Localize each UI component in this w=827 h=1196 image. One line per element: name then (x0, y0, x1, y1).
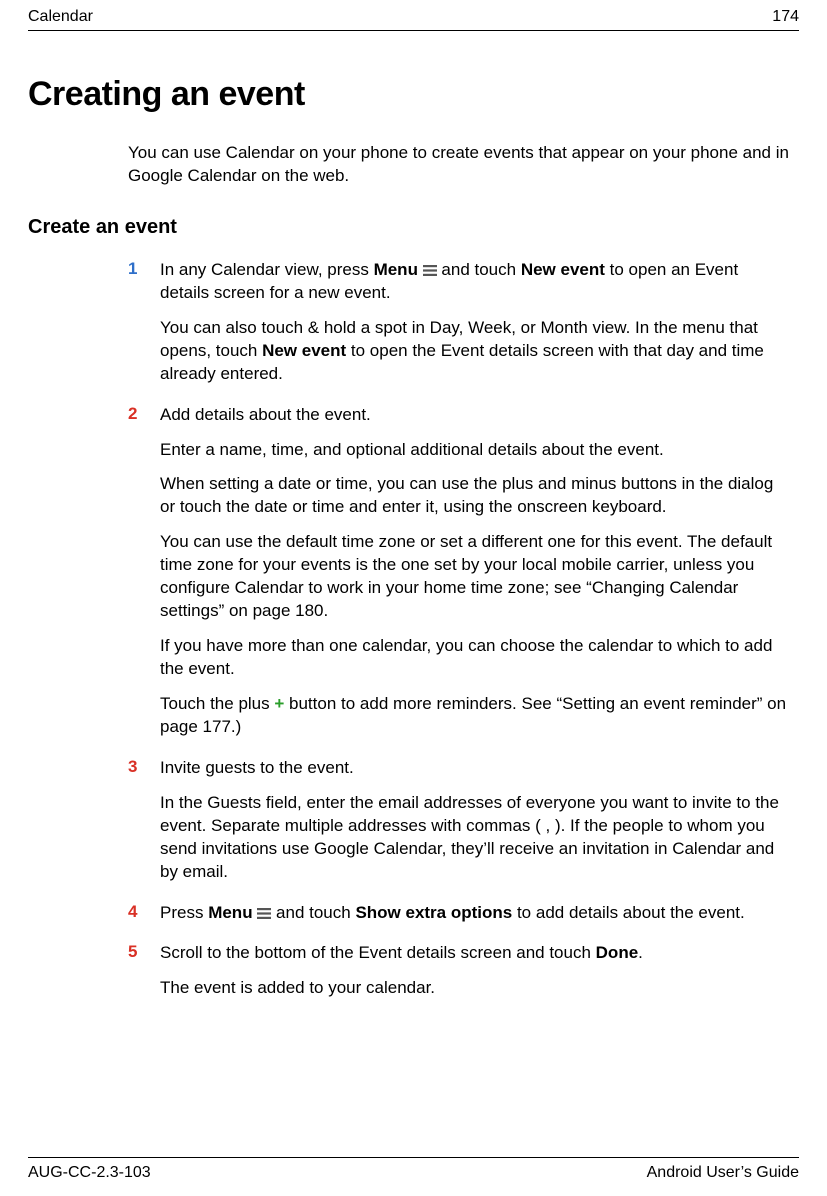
done-label: Done (596, 943, 639, 962)
step-1-p1: In any Calendar view, press Menu and tou… (160, 259, 789, 305)
page-title: Creating an event (28, 75, 799, 114)
step-2-p2: Enter a name, time, and optional additio… (160, 439, 789, 462)
header-rule (28, 30, 799, 31)
text: Press (160, 903, 208, 922)
menu-icon (257, 908, 271, 919)
step-body: Invite guests to the event. In the Guest… (160, 757, 789, 896)
text: and touch (437, 260, 521, 279)
step-number: 1 (128, 259, 160, 398)
step-body: In any Calendar view, press Menu and tou… (160, 259, 789, 398)
text: . (638, 943, 643, 962)
step-5-p2: The event is added to your calendar. (160, 977, 789, 1000)
step-body: Press Menu and touch Show extra options … (160, 902, 789, 937)
footer-rule (28, 1157, 799, 1158)
step-2-p6: Touch the plus + button to add more remi… (160, 693, 789, 739)
text: to add details about the event. (512, 903, 745, 922)
step-3: 3 Invite guests to the event. In the Gue… (128, 757, 789, 896)
footer-doc-id: AUG-CC-2.3-103 (28, 1164, 151, 1182)
step-number: 5 (128, 942, 160, 1012)
step-5-p1: Scroll to the bottom of the Event detail… (160, 942, 789, 965)
plus-icon: + (274, 694, 284, 713)
menu-icon (423, 265, 437, 276)
step-4: 4 Press Menu and touch Show extra option… (128, 902, 789, 937)
step-4-p1: Press Menu and touch Show extra options … (160, 902, 789, 925)
step-1: 1 In any Calendar view, press Menu and t… (128, 259, 789, 398)
menu-label: Menu (208, 903, 252, 922)
step-2-p3: When setting a date or time, you can use… (160, 473, 789, 519)
menu-label: Menu (374, 260, 418, 279)
section-heading: Create an event (28, 216, 799, 239)
step-body: Add details about the event. Enter a nam… (160, 404, 789, 751)
page-header: Calendar 174 (28, 0, 799, 26)
header-section: Calendar (28, 8, 93, 26)
step-body: Scroll to the bottom of the Event detail… (160, 942, 789, 1012)
step-3-p2: In the Guests field, enter the email add… (160, 792, 789, 884)
new-event-label: New event (521, 260, 605, 279)
steps-list: 1 In any Calendar view, press Menu and t… (128, 259, 789, 1012)
header-page-number: 174 (772, 8, 799, 26)
step-1-p2: You can also touch & hold a spot in Day,… (160, 317, 789, 386)
text: In any Calendar view, press (160, 260, 374, 279)
footer-guide: Android User’s Guide (647, 1164, 799, 1182)
step-3-p1: Invite guests to the event. (160, 757, 789, 780)
new-event-label: New event (262, 341, 346, 360)
show-extra-options-label: Show extra options (355, 903, 512, 922)
step-2-p5: If you have more than one calendar, you … (160, 635, 789, 681)
text: and touch (271, 903, 355, 922)
page-footer: AUG-CC-2.3-103 Android User’s Guide (28, 1153, 799, 1182)
step-2: 2 Add details about the event. Enter a n… (128, 404, 789, 751)
step-number: 2 (128, 404, 160, 751)
text: Touch the plus (160, 694, 274, 713)
step-number: 3 (128, 757, 160, 896)
step-number: 4 (128, 902, 160, 937)
text: Scroll to the bottom of the Event detail… (160, 943, 596, 962)
step-5: 5 Scroll to the bottom of the Event deta… (128, 942, 789, 1012)
step-2-p1: Add details about the event. (160, 404, 789, 427)
step-2-p4: You can use the default time zone or set… (160, 531, 789, 623)
intro-paragraph: You can use Calendar on your phone to cr… (128, 142, 789, 188)
